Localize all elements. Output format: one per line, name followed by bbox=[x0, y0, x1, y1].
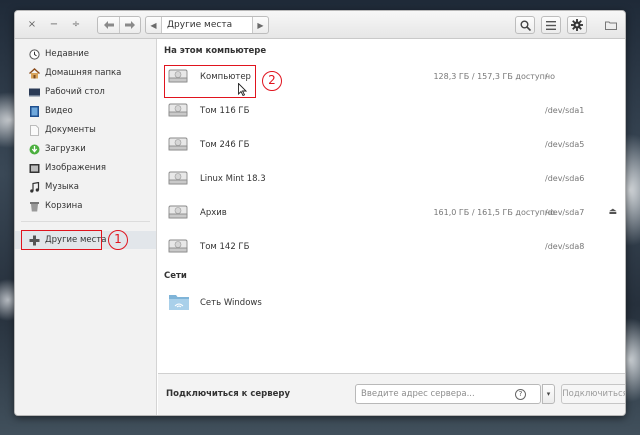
item-name: Linux Mint 18.3 bbox=[200, 174, 266, 184]
item-device: /dev/sda5 bbox=[545, 140, 585, 149]
clock-icon bbox=[29, 48, 40, 60]
music-icon bbox=[29, 181, 40, 193]
arrow-right-icon bbox=[125, 21, 135, 29]
eject-button[interactable]: ⏏ bbox=[608, 207, 617, 217]
search-icon bbox=[520, 20, 531, 31]
item-name: Том 246 ГБ bbox=[200, 140, 250, 150]
path-scroll-right-button[interactable]: ▶ bbox=[252, 17, 268, 33]
maximize-window-button[interactable]: ÷ bbox=[69, 18, 83, 32]
item-device: /dev/sda1 bbox=[545, 106, 585, 115]
sidebar-divider bbox=[21, 221, 150, 222]
item-usage: 161,0 ГБ / 161,5 ГБ доступно bbox=[433, 208, 555, 217]
list-item[interactable]: Linux Mint 18.3 /dev/sda6 bbox=[158, 162, 625, 196]
settings-button[interactable] bbox=[567, 16, 587, 34]
mouse-cursor-icon bbox=[238, 83, 247, 96]
image-icon bbox=[29, 163, 40, 174]
sidebar-item-label: Изображения bbox=[45, 163, 107, 173]
sidebar-item-music[interactable]: Музыка bbox=[29, 179, 79, 195]
hard-drive-icon bbox=[168, 137, 188, 151]
sidebar-item-pictures[interactable]: Изображения bbox=[29, 160, 106, 176]
folder-icon bbox=[605, 21, 617, 30]
list-item[interactable]: Том 116 ГБ /dev/sda1 bbox=[158, 94, 625, 128]
list-item[interactable]: Сеть Windows bbox=[158, 286, 625, 320]
hard-drive-icon bbox=[168, 239, 188, 253]
hard-drive-icon bbox=[168, 205, 188, 219]
file-manager-window: × − ÷ ◀ Другие места ▶ Недавние Домашняя… bbox=[14, 10, 626, 416]
sidebar-item-label: Недавние bbox=[45, 49, 90, 59]
forward-button[interactable] bbox=[119, 17, 140, 33]
path-crumb-current[interactable]: Другие места bbox=[162, 17, 252, 33]
sidebar-item-label: Загрузки bbox=[45, 144, 86, 154]
view-list-button[interactable] bbox=[541, 16, 561, 34]
item-device: /dev/sda6 bbox=[545, 174, 585, 183]
sidebar-item-label: Документы bbox=[45, 125, 96, 135]
list-item[interactable]: Архив 161,0 ГБ / 161,5 ГБ доступно /dev/… bbox=[158, 196, 625, 230]
sidebar-item-home[interactable]: Домашняя папка bbox=[29, 65, 121, 81]
path-bar: ◀ Другие места ▶ bbox=[145, 16, 269, 34]
item-name: Том 142 ГБ bbox=[200, 242, 250, 252]
video-icon bbox=[29, 105, 40, 117]
list-item[interactable]: Том 142 ГБ /dev/sda8 bbox=[158, 230, 625, 264]
item-device: /dev/sda8 bbox=[545, 242, 585, 251]
sidebar-item-label: Рабочий стол bbox=[45, 87, 105, 97]
sidebar-item-label: Видео bbox=[45, 106, 73, 116]
path-scroll-left-button[interactable]: ◀ bbox=[146, 17, 162, 33]
sidebar-item-videos[interactable]: Видео bbox=[29, 103, 73, 119]
hard-drive-icon bbox=[168, 171, 188, 185]
sidebar-item-label: Музыка bbox=[45, 182, 79, 192]
connect-to-server-bar: Подключиться к серверу ? ▾ Подключиться bbox=[158, 373, 625, 415]
trash-icon bbox=[29, 201, 40, 212]
list-view-icon bbox=[546, 20, 556, 30]
other-places-view: На этом компьютере Компьютер 128,3 ГБ / … bbox=[158, 39, 625, 373]
sidebar-item-label: Домашняя папка bbox=[45, 68, 122, 78]
sidebar-item-label: Корзина bbox=[45, 201, 83, 211]
item-name: Архив bbox=[200, 208, 227, 218]
sidebar-item-recent[interactable]: Недавние bbox=[29, 46, 89, 62]
back-button[interactable] bbox=[98, 17, 119, 33]
sidebar: Недавние Домашняя папка Рабочий стол Вид… bbox=[15, 39, 157, 415]
download-icon bbox=[29, 144, 40, 155]
arrow-left-icon bbox=[103, 21, 114, 29]
item-usage: 128,3 ГБ / 157,3 ГБ доступно bbox=[433, 72, 555, 81]
minimize-window-button[interactable]: − bbox=[47, 18, 61, 32]
list-item[interactable]: Том 246 ГБ /dev/sda5 bbox=[158, 128, 625, 162]
annotation-marker-1: 1 bbox=[108, 230, 128, 250]
sidebar-item-downloads[interactable]: Загрузки bbox=[29, 141, 86, 157]
network-folder-icon bbox=[169, 295, 189, 310]
connect-to-server-label: Подключиться к серверу bbox=[166, 389, 291, 399]
item-name: Том 116 ГБ bbox=[200, 106, 250, 116]
item-name: Сеть Windows bbox=[200, 298, 262, 308]
close-window-button[interactable]: × bbox=[25, 18, 39, 32]
annotation-box-1 bbox=[21, 230, 102, 250]
sidebar-item-trash[interactable]: Корзина bbox=[29, 198, 82, 214]
annotation-marker-2: 2 bbox=[262, 71, 282, 91]
help-icon[interactable]: ? bbox=[515, 389, 526, 400]
new-folder-button[interactable] bbox=[605, 21, 617, 33]
server-address-input[interactable] bbox=[355, 384, 541, 404]
search-button[interactable] bbox=[515, 16, 535, 34]
desktop-icon bbox=[29, 87, 40, 98]
section-title-computer: На этом компьютере bbox=[164, 46, 267, 56]
connect-button[interactable]: Подключиться bbox=[561, 384, 625, 404]
recent-servers-dropdown[interactable]: ▾ bbox=[542, 384, 555, 404]
document-icon bbox=[29, 124, 40, 136]
hard-drive-icon bbox=[168, 103, 188, 117]
sidebar-item-documents[interactable]: Документы bbox=[29, 122, 96, 138]
section-title-networks: Сети bbox=[164, 271, 187, 281]
history-nav bbox=[97, 16, 141, 34]
item-device: / bbox=[545, 72, 548, 81]
item-device: /dev/sda7 bbox=[545, 208, 585, 217]
sidebar-item-desktop[interactable]: Рабочий стол bbox=[29, 84, 105, 100]
gear-icon bbox=[571, 19, 583, 31]
home-icon bbox=[29, 67, 40, 79]
header-bar: × − ÷ ◀ Другие места ▶ bbox=[15, 11, 625, 39]
